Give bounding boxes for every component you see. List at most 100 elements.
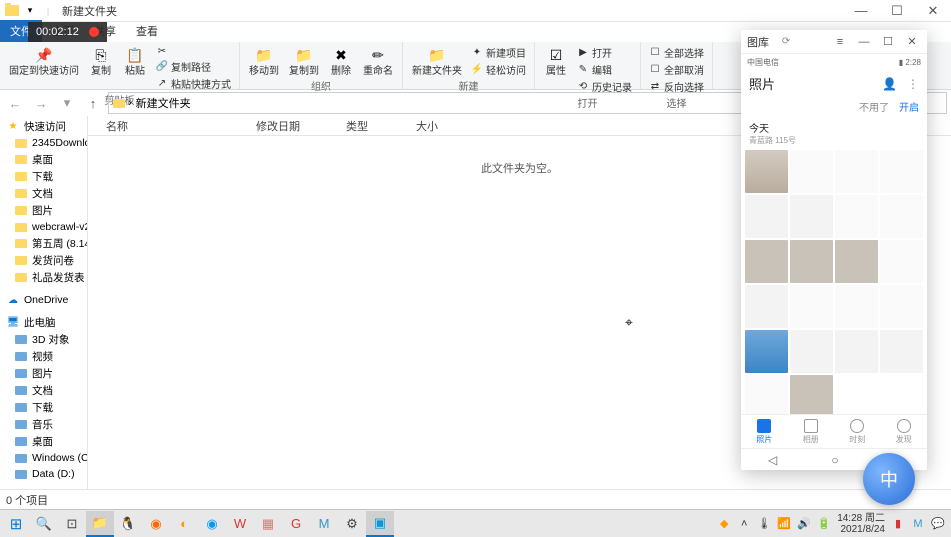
sidebar-item[interactable]: 视频 — [0, 348, 87, 365]
photo-thumb[interactable] — [790, 375, 833, 414]
properties-button[interactable]: ☑属性 — [541, 44, 571, 78]
tray-icon[interactable]: M — [911, 517, 925, 531]
minimize-button[interactable]: — — [843, 0, 879, 22]
paste-shortcut-button[interactable]: ↗粘贴快捷方式 — [154, 75, 233, 92]
sidebar-item[interactable]: Data (D:) — [0, 466, 87, 482]
col-name[interactable]: 名称 — [98, 118, 248, 134]
photo-thumb[interactable] — [880, 195, 923, 238]
photo-thumb[interactable] — [745, 150, 788, 193]
tray-icon[interactable]: ▮ — [891, 517, 905, 531]
photo-thumb[interactable] — [745, 195, 788, 238]
phone-home-button[interactable]: ○ — [831, 453, 838, 467]
phone-more-icon[interactable]: ⋮ — [907, 77, 919, 91]
sidebar-quick-access[interactable]: ★快速访问 — [0, 118, 87, 135]
sidebar-item[interactable]: 图片 — [0, 365, 87, 382]
taskbar-explorer[interactable]: 📁 — [86, 511, 114, 537]
sidebar-item[interactable]: webcrawl-v2.7. — [0, 219, 87, 235]
taskbar-clock[interactable]: 14:28 周二 2021/8/24 — [837, 513, 885, 535]
photo-thumb[interactable] — [790, 195, 833, 238]
forward-button[interactable]: → — [30, 92, 52, 114]
sidebar-item[interactable]: 2345Downlc — [0, 135, 87, 151]
easyaccess-button[interactable]: ⚡轻松访问 — [469, 61, 528, 78]
back-button[interactable]: ← — [4, 92, 26, 114]
phone-open-button[interactable]: 开启 — [899, 99, 919, 114]
taskbar-app[interactable]: ▣ — [366, 511, 394, 537]
tray-icon[interactable]: 🌡 — [757, 517, 771, 531]
sidebar-item[interactable]: 下载 — [0, 168, 87, 185]
sidebar-item[interactable]: 下载 — [0, 399, 87, 416]
phone-skip-button[interactable]: 不用了 — [859, 99, 889, 114]
photo-thumb[interactable] — [790, 150, 833, 193]
start-button[interactable]: ⊞ — [2, 511, 30, 537]
col-type[interactable]: 类型 — [338, 118, 408, 134]
phone-menu-button[interactable]: ≡ — [831, 33, 849, 51]
copyto-button[interactable]: 📁复制到 — [286, 44, 322, 78]
phone-back-button[interactable]: ◁ — [768, 453, 777, 467]
sidebar-item[interactable]: 文档 — [0, 185, 87, 202]
photo-thumb[interactable] — [790, 285, 833, 328]
photo-thumb[interactable] — [790, 330, 833, 373]
sidebar-item[interactable]: 图片 — [0, 202, 87, 219]
photo-thumb[interactable] — [835, 330, 878, 373]
sidebar-item[interactable]: 3D 对象 — [0, 331, 87, 348]
nav-photos[interactable]: 照片 — [741, 415, 788, 448]
ime-badge[interactable]: 中 — [863, 453, 915, 505]
taskview-button[interactable]: ⊡ — [58, 511, 86, 537]
wifi-icon[interactable]: 📶 — [777, 517, 791, 531]
sidebar-item[interactable]: 音乐 — [0, 416, 87, 433]
photo-thumb[interactable] — [745, 285, 788, 328]
copy-button[interactable]: ⎘复制 — [86, 44, 116, 78]
edit-button[interactable]: ✎编辑 — [575, 61, 634, 78]
sidebar-item[interactable]: 桌面 — [0, 433, 87, 450]
photo-thumb[interactable] — [835, 195, 878, 238]
phone-refresh-icon[interactable]: ⟳ — [782, 36, 790, 47]
selectall-button[interactable]: ☐全部选择 — [647, 44, 706, 61]
up-button[interactable]: ↑ — [82, 92, 104, 114]
photo-thumb[interactable] — [880, 240, 923, 283]
sidebar-onedrive[interactable]: ☁OneDrive — [0, 292, 87, 308]
photo-thumb[interactable] — [835, 240, 878, 283]
breadcrumb-item[interactable]: 新建文件夹 — [136, 95, 191, 111]
cut-button[interactable]: ✂ — [154, 44, 233, 58]
photo-thumb[interactable] — [790, 240, 833, 283]
col-date[interactable]: 修改日期 — [248, 118, 338, 134]
close-button[interactable]: ✕ — [915, 0, 951, 22]
copypath-button[interactable]: 🔗复制路径 — [154, 58, 233, 75]
sidebar-item[interactable]: Windows (C:) — [0, 450, 87, 466]
phone-user-icon[interactable]: 👤 — [882, 77, 897, 91]
nav-albums[interactable]: 相册 — [788, 415, 835, 448]
notification-icon[interactable]: 💬 — [931, 517, 945, 531]
sidebar-item[interactable]: 礼品发货表 — [0, 269, 87, 286]
photo-thumb[interactable] — [880, 285, 923, 328]
phone-close-button[interactable]: ✕ — [903, 33, 921, 51]
search-button[interactable]: 🔍 — [30, 511, 58, 537]
rename-button[interactable]: ✏重命名 — [360, 44, 396, 78]
taskbar-app[interactable]: M — [310, 511, 338, 537]
sidebar-item[interactable]: 第五周 (8.14-20 — [0, 235, 87, 252]
photo-thumb[interactable] — [835, 150, 878, 193]
taskbar-app[interactable]: ◉ — [198, 511, 226, 537]
newfolder-button[interactable]: 📁新建文件夹 — [409, 44, 465, 78]
taskbar-app[interactable]: ◐ — [170, 511, 198, 537]
pin-button[interactable]: 📌固定到快速访问 — [6, 44, 82, 78]
qat-item[interactable]: ▾ — [22, 3, 38, 19]
taskbar-app[interactable]: 🐧 — [114, 511, 142, 537]
sidebar-item[interactable]: 桌面 — [0, 151, 87, 168]
selectnone-button[interactable]: ☐全部取消 — [647, 61, 706, 78]
phone-minimize-button[interactable]: — — [855, 33, 873, 51]
col-size[interactable]: 大小 — [408, 118, 468, 134]
taskbar-app[interactable]: ⚙ — [338, 511, 366, 537]
taskbar-app[interactable]: W — [226, 511, 254, 537]
maximize-button[interactable]: ☐ — [879, 0, 915, 22]
photo-thumb[interactable] — [745, 330, 788, 373]
sidebar-item[interactable]: 文档 — [0, 382, 87, 399]
paste-button[interactable]: 📋粘贴 — [120, 44, 150, 78]
taskbar-app[interactable]: G — [282, 511, 310, 537]
sidebar-library[interactable]: ▬库 — [0, 488, 87, 489]
photo-thumb[interactable] — [835, 285, 878, 328]
tray-up-icon[interactable]: ˄ — [737, 517, 751, 531]
nav-moments[interactable]: 时刻 — [834, 415, 881, 448]
delete-button[interactable]: ✖删除 — [326, 44, 356, 78]
photo-thumb[interactable] — [880, 330, 923, 373]
battery-icon[interactable]: 🔋 — [817, 517, 831, 531]
